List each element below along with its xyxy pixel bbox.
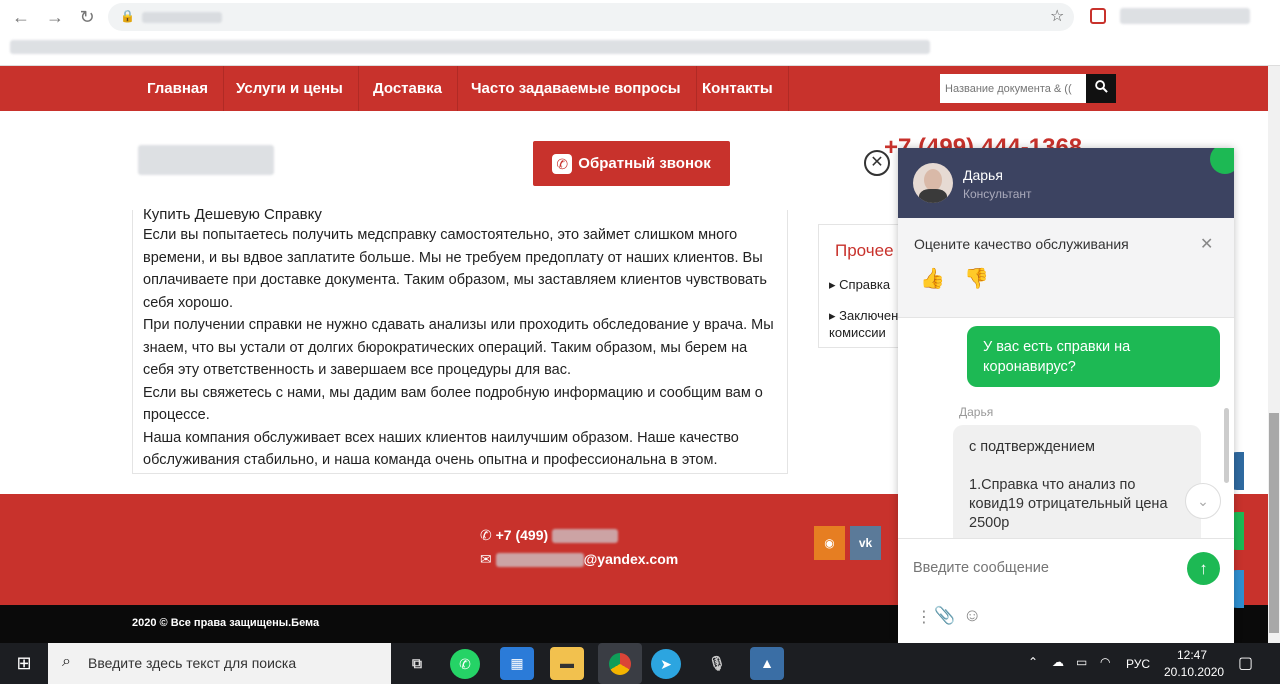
blurred-url <box>142 12 222 23</box>
agent-role: Консультант <box>963 187 1032 201</box>
rating-panel: Оцените качество обслуживания ✕ 👍 👎 <box>898 218 1234 318</box>
agent-name: Дарья <box>963 167 1003 183</box>
onedrive-icon[interactable]: ☁ <box>1052 655 1064 669</box>
copyright: 2020 © Все права защищены.Бема <box>132 617 320 629</box>
whatsapp-icon: ✆ <box>480 527 492 543</box>
whatsapp-icon[interactable]: ✆ <box>450 649 480 679</box>
sidebar-item[interactable]: ▸ Заключение <box>829 308 898 324</box>
calculator-icon[interactable]: ▦ <box>500 647 534 680</box>
rating-prompt: Оцените качество обслуживания <box>914 236 1129 252</box>
chevron-down-icon[interactable]: ⌄ <box>1185 483 1221 519</box>
phone-icon: ✆ <box>552 154 573 175</box>
search-input[interactable] <box>940 74 1086 103</box>
star-icon[interactable]: ☆ <box>1050 6 1064 26</box>
paperclip-icon[interactable]: 📎 <box>934 606 955 626</box>
thumbs-up-icon[interactable]: 👍 <box>920 266 945 291</box>
wifi-icon[interactable]: ◠ <box>1100 655 1110 669</box>
message-line: 1.Справка что анализ по ковид19 отрицате… <box>969 477 1168 531</box>
article-paragraph: Если вы попытаетесь получить медсправку … <box>143 227 767 311</box>
chevron-up-icon[interactable]: ⌃ <box>1028 655 1038 669</box>
incoming-message: с подтверждением 1.Справка что анализ по… <box>953 425 1201 555</box>
browser-toolbar: ← → ↻ 🔒 ☆ <box>0 0 1280 66</box>
nav-faq[interactable]: Часто задаваемые вопросы <box>456 66 697 111</box>
telegram-icon[interactable]: ➤ <box>651 649 681 679</box>
microphone-icon[interactable]: 🎙 <box>700 647 734 680</box>
article-title: Купить Дешевую Справку <box>143 206 322 223</box>
page-scrollbar-thumb[interactable] <box>1269 413 1279 633</box>
sidebar-title: Прочее <box>835 241 894 260</box>
article-paragraph: Если вы свяжетесь с нами, мы дадим вам б… <box>143 384 763 424</box>
message-input[interactable] <box>913 557 1173 579</box>
callback-label: Обратный звонок <box>578 155 711 172</box>
reload-icon[interactable]: ↻ <box>72 2 102 32</box>
notification-icon[interactable]: ▢ <box>1238 653 1253 673</box>
online-indicator <box>1210 148 1234 174</box>
sidebar-item[interactable]: ▸ Справка <box>829 277 890 293</box>
task-view-icon[interactable]: ⧉ <box>400 647 434 680</box>
callback-button[interactable]: ✆ Обратный звонок <box>533 141 730 186</box>
footer-email[interactable]: ✉ @yandex.com <box>480 551 678 568</box>
taskbar: ⊞ Введите здесь текст для поиска ⌕ ⧉ ✆ ▦… <box>0 643 1280 684</box>
rss-icon[interactable]: ◉ <box>814 526 845 560</box>
search-icon: ⌕ <box>62 653 71 670</box>
close-chat-icon[interactable]: ✕ <box>864 150 890 176</box>
nav-services[interactable]: Услуги и цены <box>221 66 359 111</box>
language-indicator[interactable]: РУС <box>1126 657 1150 671</box>
send-icon[interactable]: ↑ <box>1187 552 1220 585</box>
message-sender: Дарья <box>959 405 994 419</box>
clock-date[interactable]: 20.10.2020 <box>1164 665 1224 679</box>
message-line: с подтверждением <box>969 439 1096 455</box>
clock-time[interactable]: 12:47 <box>1177 648 1207 662</box>
chrome-icon[interactable] <box>598 643 642 684</box>
avatar <box>913 163 953 203</box>
article-paragraph: При получении справки не нужно сдавать а… <box>143 317 774 378</box>
thumbs-down-icon[interactable]: 👎 <box>964 266 989 291</box>
address-bar[interactable]: 🔒 <box>108 3 1074 31</box>
chat-composer: ↑ ⋮ 📎 ☺ <box>898 538 1234 643</box>
battery-icon[interactable]: ▭ <box>1076 655 1087 669</box>
emoji-icon[interactable]: ☺ <box>963 605 981 626</box>
blurred-phone <box>552 529 619 544</box>
article: Купить Дешевую Справку Если вы попытаете… <box>132 206 788 474</box>
chat-header: Дарья Консультант <box>898 148 1234 218</box>
blurred-bookmarks-bar <box>10 40 930 54</box>
forward-icon[interactable]: → <box>40 2 70 32</box>
article-paragraph: Наша компания обслуживает всех наших кли… <box>143 429 739 469</box>
extension-icon[interactable] <box>1090 8 1106 24</box>
nav-home[interactable]: Главная <box>132 66 225 111</box>
chat-widget: Дарья Консультант Оцените качество обслу… <box>898 148 1234 643</box>
search-icon[interactable] <box>1086 74 1116 103</box>
blurred-extensions <box>1120 8 1250 24</box>
vk-icon[interactable]: vk <box>850 526 881 560</box>
sidebar-item[interactable]: комиссии <box>829 325 886 340</box>
chat-scrollbar[interactable] <box>1224 408 1229 483</box>
outgoing-message: У вас есть справки на коронавирус? <box>967 326 1220 387</box>
lock-icon: 🔒 <box>120 9 135 23</box>
site-logo[interactable] <box>138 145 274 175</box>
photos-icon[interactable]: ▲ <box>750 647 784 680</box>
nav-delivery[interactable]: Доставка <box>358 66 458 111</box>
mail-icon: ✉ <box>480 551 492 567</box>
site-nav: Главная Услуги и цены Доставка Часто зад… <box>0 66 1268 111</box>
footer-phone[interactable]: ✆ +7 (499) <box>480 527 619 544</box>
back-icon[interactable]: ← <box>6 2 36 32</box>
blurred-email <box>495 553 584 568</box>
more-icon[interactable]: ⋮ <box>916 607 932 627</box>
windows-start-icon[interactable]: ⊞ <box>0 643 48 684</box>
close-icon[interactable]: ✕ <box>1200 234 1213 254</box>
sidebar-widget: Прочее ▸ Справка ▸ Заключение комиссии <box>818 224 898 348</box>
taskbar-search[interactable]: Введите здесь текст для поиска <box>48 643 391 684</box>
nav-contacts[interactable]: Контакты <box>687 66 789 111</box>
file-explorer-icon[interactable]: ▬ <box>550 647 584 680</box>
